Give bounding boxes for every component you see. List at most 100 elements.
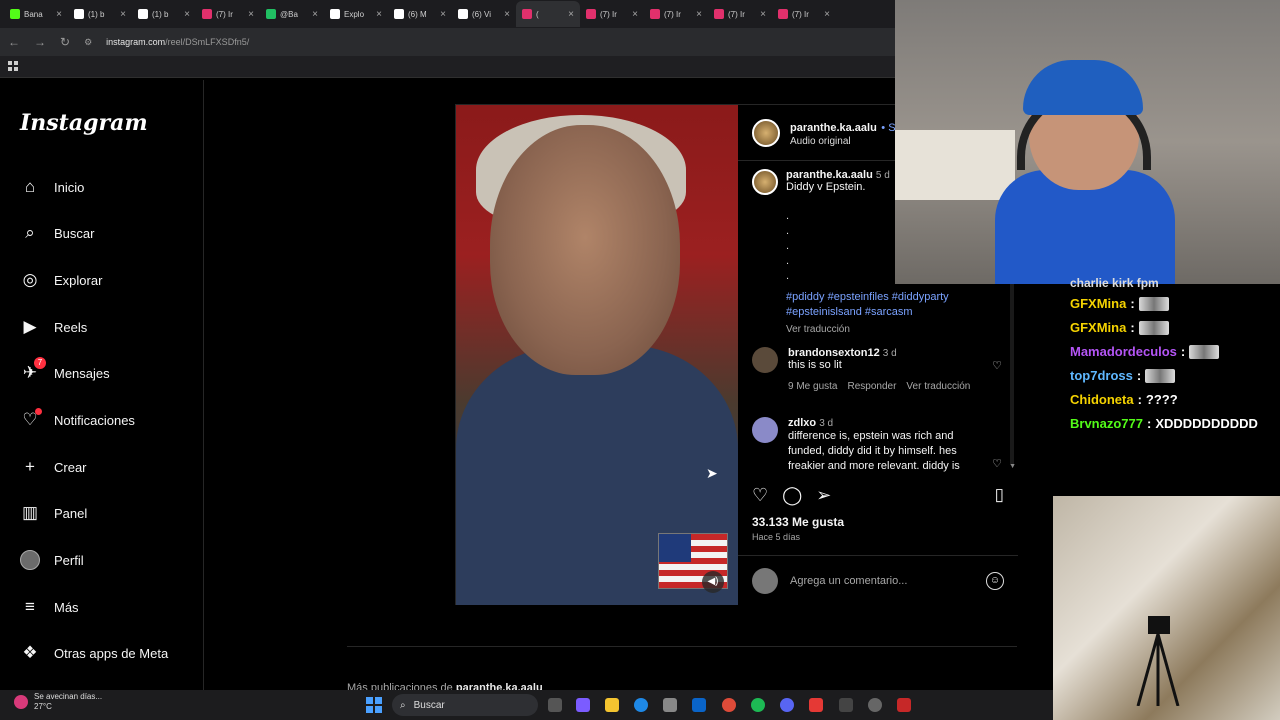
messages-icon: ✈ 7 <box>20 357 46 383</box>
task-view-icon[interactable] <box>548 698 562 712</box>
commenter-avatar[interactable] <box>752 417 778 443</box>
taskbar-search[interactable]: ⌕ Buscar <box>392 694 538 716</box>
commenter-avatar[interactable] <box>752 347 778 373</box>
browser-tab[interactable]: (7) Ir × <box>708 1 772 27</box>
outlook-icon[interactable] <box>692 698 706 712</box>
like-comment-icon[interactable]: ♡ <box>992 457 1002 470</box>
author-avatar[interactable] <box>752 118 780 147</box>
file-explorer-icon[interactable] <box>605 698 619 712</box>
instagram-icon <box>586 9 596 19</box>
tab-title: Explo <box>344 9 365 19</box>
notification-dot <box>35 408 42 415</box>
close-tab-icon[interactable]: × <box>376 9 382 20</box>
obs-icon[interactable] <box>868 698 882 712</box>
share-icon[interactable]: ➢ <box>816 485 831 506</box>
reply-button[interactable]: Responder <box>847 381 896 392</box>
chat-username[interactable]: top7dross <box>1070 368 1133 383</box>
caption-hashtags[interactable]: #pdiddy #epsteinfiles #diddyparty #epste… <box>786 290 1002 320</box>
like-comment-icon[interactable]: ♡ <box>992 359 1002 372</box>
comment-icon[interactable]: ◯ <box>782 485 802 506</box>
weather-widget[interactable]: Se avecinan días... 27°C <box>14 692 102 712</box>
close-tab-icon[interactable]: × <box>248 9 254 20</box>
hashtags-line-2[interactable]: #epsteinislsand #sarcasm <box>786 305 1002 320</box>
browser-tab[interactable]: (7) Ir × <box>772 1 836 27</box>
close-tab-icon[interactable]: × <box>120 9 126 20</box>
audio-label[interactable]: Audio original <box>790 136 902 147</box>
close-tab-icon[interactable]: × <box>824 9 830 20</box>
audio-toggle-icon[interactable]: ◀) <box>702 571 724 593</box>
sidebar-item-explorar[interactable]: ◎ Explorar <box>20 270 103 290</box>
app-icon[interactable] <box>897 698 911 712</box>
back-icon[interactable]: ← <box>8 35 20 49</box>
chat-username[interactable]: Chidoneta <box>1070 392 1134 407</box>
browser-tab[interactable]: Bana × <box>4 1 68 27</box>
browser-tab[interactable]: (1) b × <box>132 1 196 27</box>
app-icon[interactable] <box>839 698 853 712</box>
sidebar-item-notificaciones[interactable]: ♡ Notificaciones <box>20 408 135 430</box>
spotify-icon[interactable] <box>751 698 765 712</box>
sidebar-item-inicio[interactable]: ⌂ Inicio <box>20 177 85 197</box>
close-tab-icon[interactable]: × <box>696 9 702 20</box>
chat-username[interactable]: GFXMina <box>1070 296 1126 311</box>
forward-icon[interactable]: → <box>34 35 46 49</box>
see-translation-link[interactable]: Ver traducción <box>786 324 1002 335</box>
sidebar-item-mensajes[interactable]: ✈ 7 Mensajes <box>20 357 110 383</box>
close-tab-icon[interactable]: × <box>568 9 574 20</box>
close-tab-icon[interactable]: × <box>440 9 446 20</box>
commenter-username[interactable]: zdlxo <box>788 417 816 429</box>
close-tab-icon[interactable]: × <box>312 9 318 20</box>
close-tab-icon[interactable]: × <box>504 9 510 20</box>
discord-icon[interactable] <box>780 698 794 712</box>
sidebar-item-perfil[interactable]: Perfil <box>20 550 84 570</box>
sidebar-item-más[interactable]: ≡ Más <box>20 597 79 617</box>
comment-likes[interactable]: 9 Me gusta <box>788 381 837 392</box>
save-icon[interactable]: ▯ <box>995 485 1004 505</box>
sidebar-item-crear[interactable]: + Crear <box>20 457 86 477</box>
browser-tab[interactable]: Explo × <box>324 1 388 27</box>
emoji-icon[interactable]: ☺ <box>986 571 1004 590</box>
browser-tab[interactable]: @Ba × <box>260 1 324 27</box>
store-icon[interactable] <box>663 698 677 712</box>
instagram-logo[interactable]: Instagram <box>20 110 148 136</box>
browser-tab[interactable]: (1) b × <box>68 1 132 27</box>
browser-tab[interactable]: (6) M × <box>388 1 452 27</box>
chat-username[interactable]: GFXMina <box>1070 320 1126 335</box>
browser-tab[interactable]: (7) Ir × <box>580 1 644 27</box>
scroll-down-icon[interactable]: ▼ <box>1009 463 1016 470</box>
commenter-username[interactable]: brandonsexton12 <box>788 347 880 359</box>
sidebar-item-otras-apps-de-meta[interactable]: ❖ Otras apps de Meta <box>20 643 168 663</box>
likes-count[interactable]: 33.133 Me gusta <box>752 515 844 529</box>
app-icon[interactable] <box>809 698 823 712</box>
close-tab-icon[interactable]: × <box>632 9 638 20</box>
comments-scrollbar[interactable] <box>1010 265 1014 465</box>
instagram-icon <box>714 9 724 19</box>
copilot-icon[interactable] <box>576 698 590 712</box>
reload-icon[interactable]: ↻ <box>60 35 70 49</box>
chrome-icon[interactable] <box>722 698 736 712</box>
close-tab-icon[interactable]: × <box>184 9 190 20</box>
url-field[interactable]: instagram.com/reel/DSmLFXSDfn5/ <box>106 37 249 47</box>
edge-icon[interactable] <box>634 698 648 712</box>
like-icon[interactable]: ♡ <box>752 485 768 506</box>
comment-translation-link[interactable]: Ver traducción <box>906 381 970 392</box>
hashtags-line-1[interactable]: #pdiddy #epsteinfiles #diddyparty <box>786 290 1002 305</box>
close-tab-icon[interactable]: × <box>56 9 62 20</box>
start-button[interactable] <box>366 697 382 713</box>
browser-tab[interactable]: (6) Vi × <box>452 1 516 27</box>
add-comment-input[interactable]: Agrega un comentario... <box>790 575 974 587</box>
sidebar-item-panel[interactable]: ▥ Panel <box>20 503 87 523</box>
chat-username[interactable]: Brvnazo777 <box>1070 416 1143 431</box>
caption-username[interactable]: paranthe.ka.aalu <box>786 169 873 181</box>
reel-video[interactable]: ◀) ➤ <box>456 105 738 605</box>
apps-grid-icon[interactable] <box>8 61 18 71</box>
browser-tab[interactable]: (7) Ir × <box>644 1 708 27</box>
browser-tab[interactable]: (× <box>516 1 580 27</box>
sidebar-item-reels[interactable]: ▶ Reels <box>20 317 87 337</box>
site-info-icon[interactable]: ⚙ <box>84 37 92 48</box>
chat-username[interactable]: Mamadordeculos <box>1070 344 1177 359</box>
author-username[interactable]: paranthe.ka.aalu <box>790 122 877 134</box>
close-tab-icon[interactable]: × <box>760 9 766 20</box>
sidebar-item-buscar[interactable]: ⌕ Buscar <box>20 223 94 243</box>
caption-avatar[interactable] <box>752 169 778 195</box>
browser-tab[interactable]: (7) Ir × <box>196 1 260 27</box>
